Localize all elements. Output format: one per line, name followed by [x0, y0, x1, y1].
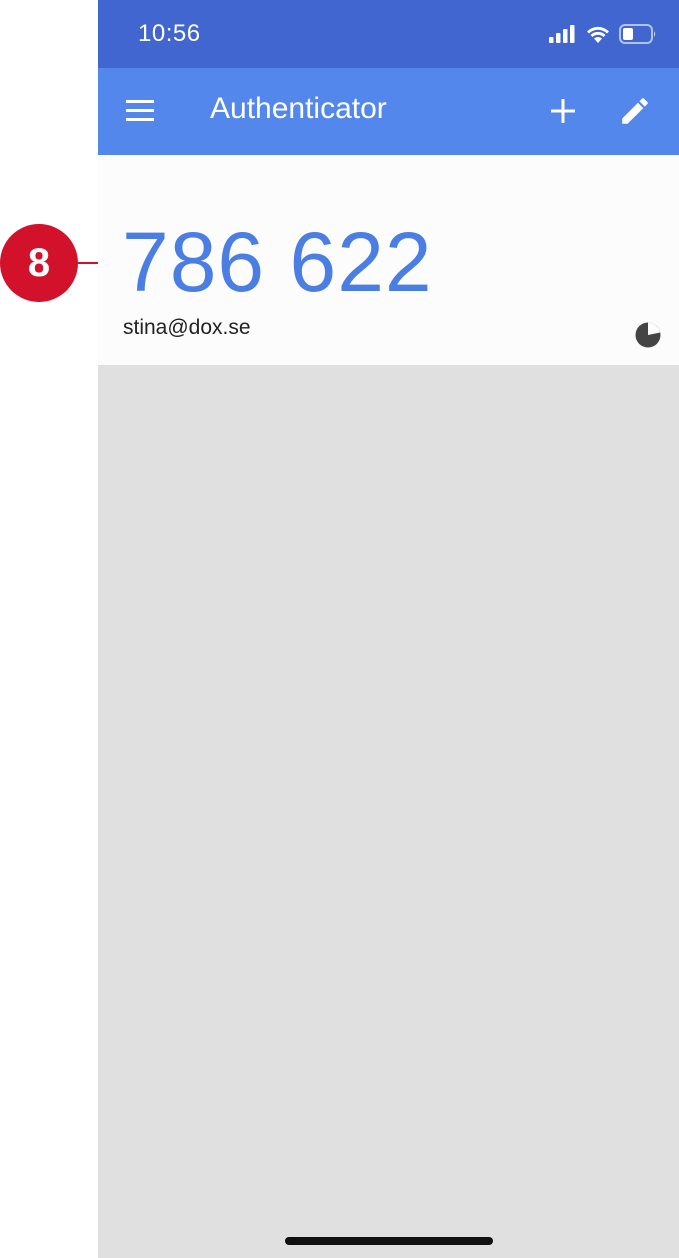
account-email: stina@dox.se: [123, 316, 251, 339]
signal-icon: [549, 25, 575, 43]
otp-code[interactable]: 786 622: [122, 217, 433, 307]
callout-number: 8: [27, 240, 51, 285]
menu-icon: [126, 100, 154, 121]
app-title: Authenticator: [210, 92, 387, 125]
page: 8 10:56 Authenticator 786 622 stina@dox.…: [0, 0, 679, 1258]
account-item[interactable]: 786 622 stina@dox.se: [98, 155, 679, 365]
status-icons: [549, 24, 657, 44]
add-account-button[interactable]: [548, 96, 578, 126]
status-bar: 10:56: [98, 0, 679, 68]
app-bar: Authenticator: [98, 68, 679, 155]
timer-pie-icon: [635, 322, 661, 348]
wifi-icon: [587, 26, 609, 43]
edit-button[interactable]: [618, 94, 652, 128]
callout-badge: 8: [0, 224, 78, 302]
home-indicator[interactable]: [285, 1237, 493, 1245]
edit-icon: [622, 98, 648, 124]
status-time: 10:56: [138, 20, 201, 47]
battery-icon: [619, 24, 656, 44]
add-icon: [551, 99, 575, 123]
menu-button[interactable]: [124, 96, 158, 126]
phone-screen: 10:56 Authenticator 786 622 stina@dox.se: [98, 0, 679, 1258]
